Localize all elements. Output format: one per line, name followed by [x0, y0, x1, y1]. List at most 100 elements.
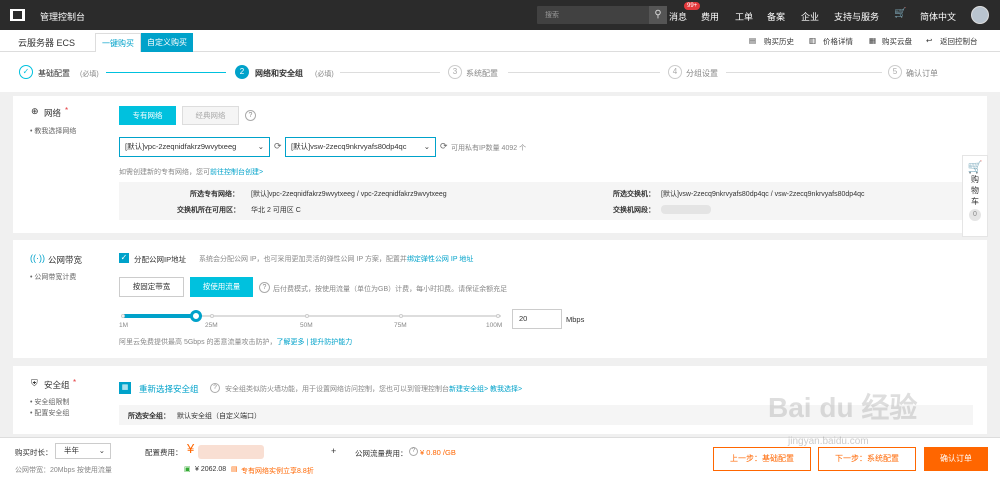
config-cost-label: 配置费用： [145, 448, 183, 457]
console-title[interactable]: 管理控制台 [40, 10, 85, 23]
product-title: 云服务器 ECS [18, 38, 76, 48]
assign-ip-checkbox[interactable]: ✓ [119, 253, 129, 263]
required-mark: * [73, 378, 77, 387]
help-icon[interactable]: ? [245, 110, 256, 121]
tick-label: 75M [394, 322, 407, 329]
step-1-check-icon[interactable]: ✓ [19, 65, 33, 79]
step-2-label[interactable]: 网络和安全组 [255, 68, 303, 79]
back-icon: ↩ [926, 36, 933, 45]
cart-label: 购 [971, 175, 979, 184]
selected-vswitch-label: 所选交换机： [613, 191, 655, 198]
assign-ip-desc: 系统会分配公网 IP，也可采用更加灵活的弹性公网 IP 方案，配置并绑定弹性公网… [199, 256, 474, 263]
pay-by-traffic-button[interactable]: 按使用流量 [190, 277, 253, 297]
vpc-select[interactable]: [默认]vpc-2zeqnidfakrz9wvytxeeg ⌄ [119, 137, 270, 157]
help-icon[interactable]: ? [210, 383, 220, 393]
step-4-label: 分组设置 [686, 69, 718, 78]
tick-label: 1M [119, 322, 129, 329]
selected-security-label: 所选安全组： [128, 413, 170, 420]
avatar[interactable] [971, 6, 989, 24]
reselect-security-group-link[interactable]: 重新选择安全组 [139, 383, 199, 395]
selected-vswitch-value: [默认]vsw-2zecq9nkrvyafs80dp4qc / vsw-2zec… [661, 191, 865, 198]
bandwidth-summary: 公网带宽：20Mbps 按使用流量 [15, 467, 112, 474]
grid-icon[interactable]: ▦ [119, 382, 131, 394]
bandwidth-input[interactable]: 20 [512, 309, 562, 329]
vswitch-segment-value [661, 205, 711, 214]
config-cost-value [198, 445, 264, 459]
step-4-circle: 4 [668, 65, 682, 79]
step-5-label: 确认订单 [906, 69, 938, 78]
assign-ip-label[interactable]: 分配公网IP地址 [134, 254, 186, 265]
teach-select-link[interactable]: 教我选择> [490, 386, 522, 393]
refresh-icon[interactable]: ⟳ [440, 141, 448, 152]
new-security-group-link[interactable]: 新建安全组> [449, 386, 488, 393]
messages-badge: 99+ [684, 2, 701, 10]
selected-vpc-value: [默认]vpc-2zeqnidfakrz9wvytxeeg / vpc-2zeq… [251, 191, 447, 198]
nav-billing[interactable]: 费用 [701, 10, 719, 23]
search-input[interactable]: 搜索 ⚲ [537, 6, 667, 24]
step-2-circle[interactable]: 2 [235, 65, 249, 79]
slider-tick [121, 314, 125, 318]
top-nav-bar: 管理控制台 搜索 ⚲ 消息 99+ 费用 工单 备案 企业 支持与服务 🛒 简体… [0, 0, 1000, 30]
bandwidth-slider-handle[interactable] [190, 310, 202, 322]
slider-tick [399, 314, 403, 318]
fixed-bandwidth-button[interactable]: 按固定带宽 [119, 277, 184, 297]
security-desc: 安全组类似防火墙功能，用于设置网络访问控制，您也可以到管理控制台新建安全组> 教… [225, 386, 523, 393]
bandwidth-tip-link[interactable]: • 公网带宽计费 [30, 272, 76, 282]
slider-tick [496, 314, 500, 318]
search-icon[interactable]: ⚲ [649, 6, 667, 24]
next-step-button[interactable]: 下一步：系统配置 [818, 447, 916, 471]
network-label: 网络 [44, 108, 62, 118]
step-line [508, 72, 660, 73]
slider-tick [305, 314, 309, 318]
network-tip-link[interactable]: • 教我选择网络 [30, 126, 76, 136]
confirm-order-button[interactable]: 确认订单 [924, 447, 988, 471]
nav-tickets[interactable]: 工单 [735, 10, 753, 23]
plus-sign: + [331, 446, 337, 456]
nav-messages[interactable]: 消息 [669, 10, 687, 23]
tick-label: 25M [205, 322, 218, 329]
price-icon: ▥ [809, 36, 817, 45]
help-icon[interactable]: ? [409, 447, 418, 456]
security-tip1-link[interactable]: • 安全组限制 [30, 397, 69, 407]
nav-filing[interactable]: 备案 [767, 10, 785, 23]
vpc-button[interactable]: 专有网络 [119, 106, 176, 125]
prev-step-button[interactable]: 上一步：基础配置 [713, 447, 811, 471]
create-hint: 如需创建新的专有网络，您可前往控制台创建> [119, 169, 264, 176]
required-mark: * [65, 106, 69, 115]
price-link[interactable]: 价格详情 [823, 36, 853, 47]
step-5-circle: 5 [888, 65, 902, 79]
security-group-label: 安全组 [44, 380, 70, 390]
history-link[interactable]: 购买历史 [764, 36, 794, 47]
step-1-note: (必填) [80, 71, 99, 78]
security-tip2-link[interactable]: • 配置安全组 [30, 408, 69, 418]
duration-select[interactable]: 半年 ⌄ [55, 443, 111, 459]
classic-network-button[interactable]: 经典网络 [182, 106, 239, 125]
tab-quick-buy[interactable]: 一键购买 [95, 33, 141, 52]
baidu-watermark: Bai du 经验 [768, 392, 918, 423]
shield-icon: ⛨ [31, 378, 38, 388]
refresh-icon[interactable]: ⟳ [274, 141, 282, 152]
chevron-down-icon: ⌄ [98, 446, 105, 455]
step-3-circle: 3 [448, 65, 462, 79]
learn-more-link[interactable]: 了解更多 [277, 339, 305, 346]
improve-protection-link[interactable]: 提升防护能力 [310, 339, 352, 346]
create-vpc-link[interactable]: 前往控制台创建> [210, 169, 263, 176]
selected-security-value: 默认安全组（自定义端口） [177, 413, 261, 420]
promo-text: 专有网络实例立享8.8折 [241, 468, 314, 475]
nav-enterprise[interactable]: 企业 [801, 10, 819, 23]
nav-support[interactable]: 支持与服务 [834, 10, 879, 23]
traffic-cost-label: 公网流量费用： [355, 449, 408, 458]
buy-disk-link[interactable]: 购买云盘 [882, 36, 912, 47]
tab-custom-buy[interactable]: 自定义购买 [141, 33, 193, 52]
vswitch-select[interactable]: [默认]vsw-2zecq9nkrvyafs80dp4qc ⌄ [285, 137, 436, 157]
cart-icon[interactable]: 🛒 [894, 8, 906, 19]
zone-value: 华北 2 可用区 C [251, 207, 301, 214]
step-1-label[interactable]: 基础配置 [38, 68, 70, 79]
step-line [106, 72, 226, 73]
help-icon[interactable]: ? [259, 282, 270, 293]
back-console-link[interactable]: 返回控制台 [940, 36, 978, 47]
nav-language[interactable]: 简体中文 [920, 10, 956, 23]
cart-panel[interactable]: 🛒 购 物 车 0 [962, 155, 988, 237]
eip-link[interactable]: 绑定弹性公网 IP 地址 [407, 256, 473, 263]
aliyun-logo-icon[interactable] [10, 9, 25, 21]
